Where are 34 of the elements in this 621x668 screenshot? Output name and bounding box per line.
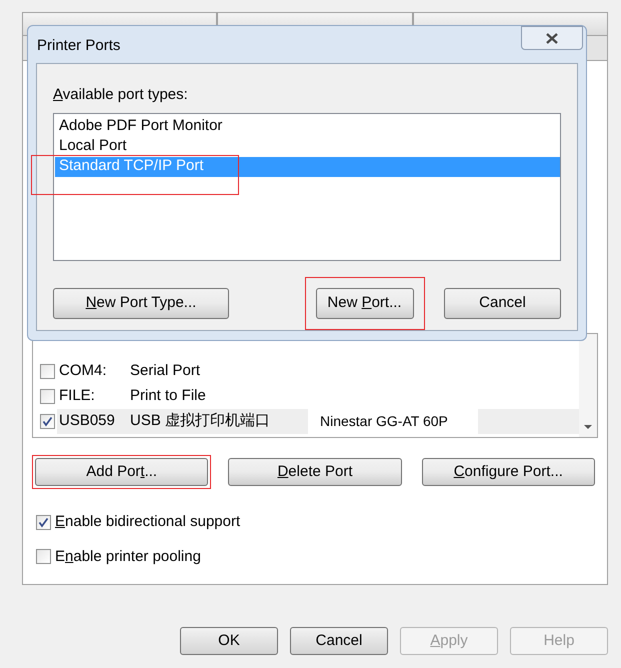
port-row[interactable]: COM4: Serial Port: [57, 359, 579, 384]
port-type-list[interactable]: Adobe PDF Port Monitor Local Port Standard TCP/IP Port: [53, 112, 561, 260]
port-description: USB 虚拟打印机端口: [130, 411, 272, 432]
dialog-button[interactable]: New Port...: [316, 288, 414, 318]
close-button[interactable]: [521, 26, 583, 50]
checkbox[interactable]: [36, 549, 51, 564]
checkbox[interactable]: [40, 364, 55, 379]
dialog-button[interactable]: OK: [180, 627, 278, 655]
close-icon: [546, 32, 558, 44]
port-type-item[interactable]: Local Port: [55, 136, 560, 156]
printer-name: Ninestar GG-AT 60P: [308, 409, 478, 434]
checkbox[interactable]: [40, 414, 55, 429]
port-type-item[interactable]: Adobe PDF Port Monitor: [55, 116, 560, 136]
port-button[interactable]: Configure Port...: [422, 458, 595, 486]
list-label: Available port types:: [53, 85, 189, 105]
port-description: Serial Port: [130, 361, 202, 382]
port-button[interactable]: Add Port...: [35, 458, 208, 486]
port-row[interactable]: USB059 USB 虚拟打印机端口 Ninestar GG-AT 60P: [57, 409, 579, 434]
option-label: Enable bidirectional support: [55, 512, 240, 532]
dialog-button[interactable]: Cancel: [290, 627, 388, 655]
port-name: COM4:: [58, 361, 108, 382]
scrollbar[interactable]: [579, 334, 597, 437]
checkbox[interactable]: [40, 389, 55, 404]
dialog-title: Printer Ports: [37, 36, 120, 56]
port-description: Print to File: [130, 386, 207, 406]
checkbox[interactable]: [36, 514, 51, 530]
down-arrow-icon: [584, 425, 592, 429]
port-button[interactable]: Delete Port: [228, 458, 402, 486]
port-name: FILE:: [58, 386, 96, 406]
port-name: USB059: [58, 411, 116, 432]
dialog-button[interactable]: New Port Type...: [53, 288, 229, 318]
dialog-button[interactable]: Cancel: [444, 288, 561, 318]
port-row[interactable]: FILE: Print to File: [57, 384, 579, 409]
option-label: Enable printer pooling: [55, 546, 201, 566]
